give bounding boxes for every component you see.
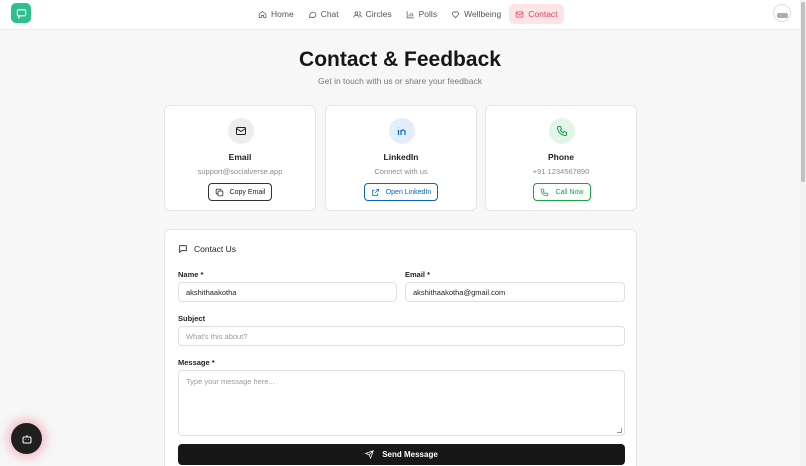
phone-icon: [541, 188, 549, 196]
send-message-label: Send Message: [382, 450, 438, 459]
email-card-title: Email: [228, 152, 252, 162]
copy-email-button[interactable]: Copy Email: [208, 183, 272, 201]
contact-form-card: Contact Us Name * akshithaakotha Email *…: [164, 229, 637, 466]
phone-card: Phone +91 1234567890 Call Now: [485, 105, 637, 211]
nav-chat[interactable]: Chat: [302, 4, 345, 24]
nav-polls-label: Polls: [418, 9, 438, 19]
open-linkedin-label: Open LinkedIn: [385, 188, 432, 196]
scrollbar-thumb[interactable]: [801, 2, 805, 182]
page-subtitle: Get in touch with us or share your feedb…: [318, 76, 482, 86]
open-linkedin-button[interactable]: Open LinkedIn: [364, 183, 438, 201]
phone-card-title: Phone: [548, 152, 574, 162]
nav-circles-label: Circles: [365, 9, 392, 19]
nav-home-label: Home: [271, 9, 294, 19]
call-now-button[interactable]: Call Now: [533, 183, 591, 201]
user-avatar[interactable]: [773, 4, 791, 22]
form-heading-label: Contact Us: [194, 244, 237, 254]
name-label: Name *: [178, 270, 204, 279]
name-input[interactable]: akshithaakotha: [178, 282, 397, 302]
top-navbar: Home Chat Circles Polls Wellbeing Contac…: [0, 0, 800, 30]
users-icon: [353, 10, 362, 18]
email-card-address: support@socialverse.app: [197, 167, 283, 176]
linkedin-card-title: LinkedIn: [383, 152, 419, 162]
chat-bubble-logo-icon: [16, 8, 26, 19]
nav-contact[interactable]: Contact: [509, 4, 564, 24]
call-now-label: Call Now: [555, 188, 584, 196]
chatbot-button[interactable]: [11, 423, 42, 454]
resize-handle[interactable]: [617, 428, 622, 433]
message-label: Message *: [178, 358, 215, 367]
bot-icon: [22, 434, 31, 443]
linkedin-card: LinkedIn Connect with us Open LinkedIn: [325, 105, 477, 211]
send-icon: [365, 450, 375, 459]
page-title: Contact & Feedback: [299, 48, 501, 71]
linkedin-icon: [397, 127, 406, 135]
subject-label: Subject: [178, 314, 206, 323]
nav-contact-label: Contact: [528, 9, 558, 19]
nav-wellbeing[interactable]: Wellbeing: [445, 4, 507, 24]
copy-email-label: Copy Email: [229, 188, 266, 196]
heart-icon: [452, 11, 459, 18]
phone-icon: [556, 126, 567, 137]
form-heading: Contact Us: [178, 244, 236, 254]
chat-icon: [308, 11, 316, 18]
nav-wellbeing-label: Wellbeing: [464, 9, 502, 19]
main-nav: Home Chat Circles Polls Wellbeing Contac…: [252, 4, 564, 24]
send-message-button[interactable]: Send Message: [178, 444, 625, 465]
email-icon-circle: [228, 118, 254, 144]
nav-polls[interactable]: Polls: [400, 4, 443, 24]
email-label: Email *: [405, 270, 431, 279]
email-card: Email support@socialverse.app Copy Email: [164, 105, 316, 211]
nav-home[interactable]: Home: [252, 4, 300, 24]
nav-circles[interactable]: Circles: [347, 4, 398, 24]
phone-card-number: +91 1234567890: [532, 167, 590, 176]
message-placeholder: Type your message here...: [186, 377, 275, 386]
message-square-icon: [179, 245, 187, 254]
mail-icon: [236, 127, 246, 135]
home-icon: [258, 10, 267, 18]
subject-input[interactable]: What's this about?: [178, 326, 625, 346]
bar-chart-icon: [406, 10, 414, 18]
external-link-icon: [371, 188, 379, 196]
mail-icon: [516, 11, 524, 17]
linkedin-card-sub: Connect with us: [374, 167, 428, 176]
linkedin-icon-circle: [389, 118, 415, 144]
nav-chat-label: Chat: [320, 9, 339, 19]
phone-icon-circle: [549, 118, 575, 144]
app-logo[interactable]: [11, 3, 31, 23]
email-input[interactable]: akshithaakotha@gmail.com: [405, 282, 625, 302]
copy-icon: [215, 188, 223, 196]
message-textarea[interactable]: Type your message here...: [178, 370, 625, 436]
